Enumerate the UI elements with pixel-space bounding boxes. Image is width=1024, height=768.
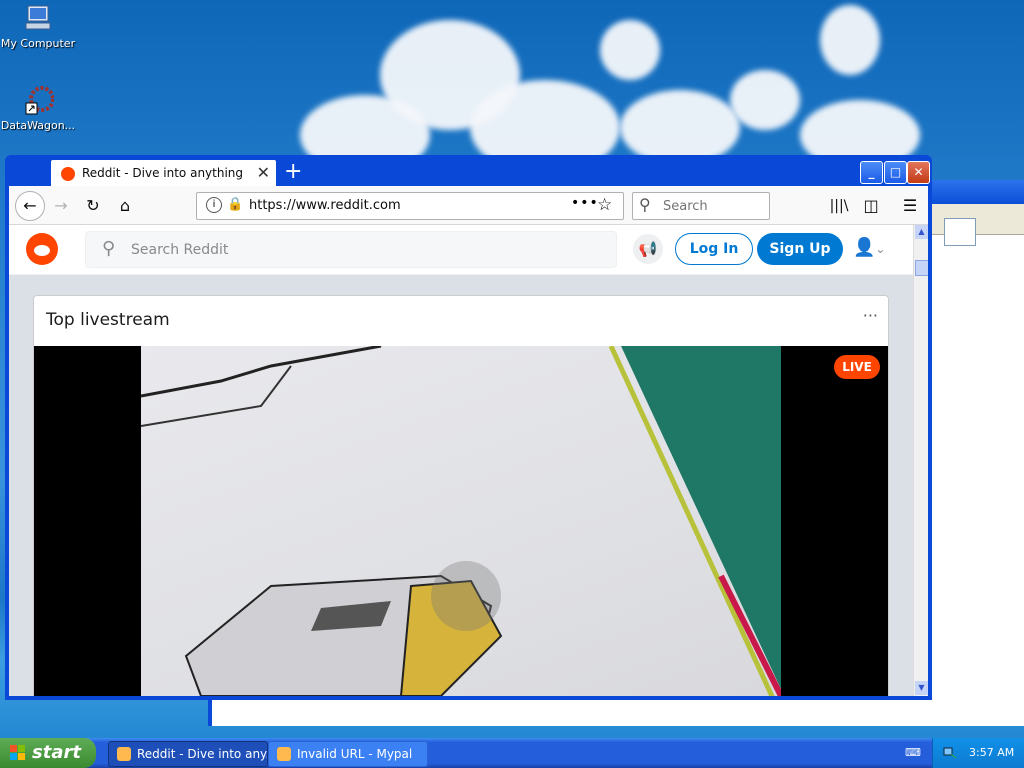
datawagon-icon <box>22 85 55 117</box>
reddit-favicon-icon <box>61 167 75 181</box>
video-frame <box>141 346 781 696</box>
minimize-icon: _ <box>868 165 875 179</box>
hamburger-menu-icon: ☰ <box>902 196 918 215</box>
info-icon[interactable]: i <box>206 197 222 213</box>
home-icon: ⌂ <box>119 196 131 215</box>
sidebar-button[interactable]: ◫ <box>859 194 883 218</box>
live-badge: LIVE <box>834 355 880 379</box>
signup-button[interactable]: Sign Up <box>757 233 843 265</box>
my-computer-icon <box>22 3 54 35</box>
clock: 3:57 AM <box>969 746 1015 759</box>
desktop-icon-my-computer[interactable]: My Computer <box>0 3 76 50</box>
taskbar-task-label: Reddit - Dive into any... <box>137 747 268 761</box>
taskbar-task-reddit[interactable]: Reddit - Dive into any... <box>108 741 268 767</box>
reddit-page: ⚲ Search Reddit 📢 Log In Sign Up 👤⌄ Top … <box>9 225 913 696</box>
login-button[interactable]: Log In <box>675 233 753 265</box>
card-menu-icon[interactable]: ··· <box>863 306 878 325</box>
network-icon[interactable] <box>943 745 957 759</box>
forward-button[interactable]: → <box>49 194 73 218</box>
taskbar: start Reddit - Dive into any... Invalid … <box>0 738 1024 768</box>
bookmark-star-icon[interactable]: ☆ <box>597 195 612 215</box>
browser-content: ← → ↻ ⌂ i 🔒 https://www.reddit.com ••• ☆… <box>9 186 928 696</box>
browser-search-placeholder: Search <box>663 199 708 214</box>
tab-close-icon[interactable]: ✕ <box>257 163 270 182</box>
tab-title: Reddit - Dive into anything <box>82 166 244 180</box>
scroll-up-icon[interactable]: ▲ <box>915 225 928 239</box>
reddit-search-placeholder: Search Reddit <box>131 242 229 258</box>
new-tab-button[interactable]: + <box>284 160 302 184</box>
lock-warning-icon[interactable]: 🔒 <box>227 197 243 212</box>
card-title: Top livestream <box>46 310 170 330</box>
search-icon: ⚲ <box>639 195 651 214</box>
keyboard-icon[interactable]: ⌨ <box>905 746 921 759</box>
desktop-icon-label: My Computer <box>0 37 76 50</box>
maximize-icon: □ <box>889 165 902 179</box>
nav-toolbar: ← → ↻ ⌂ i 🔒 https://www.reddit.com ••• ☆… <box>9 186 928 225</box>
desktop: My Computer DataWagon... Reddit - Dive i… <box>0 0 1024 768</box>
advertise-megaphone-button[interactable]: 📢 <box>633 234 663 264</box>
back-button[interactable]: ← <box>15 191 45 221</box>
taskbar-task-label: Invalid URL - Mypal <box>297 747 413 761</box>
chevron-down-icon: ⌄ <box>875 242 886 256</box>
close-window-button[interactable]: ✕ <box>907 161 930 184</box>
megaphone-icon: 📢 <box>638 240 658 258</box>
desktop-icon-label: DataWagon... <box>0 119 76 132</box>
sketch-drawing <box>141 346 781 696</box>
url-bar[interactable]: i 🔒 https://www.reddit.com ••• ☆ <box>196 192 624 220</box>
arrow-left-icon: ← <box>23 196 37 215</box>
library-button[interactable]: |||\ <box>827 194 851 218</box>
scroll-thumb[interactable] <box>915 260 928 276</box>
browser-window[interactable]: Reddit - Dive into anything ✕ + _ □ ✕ ← … <box>5 155 932 700</box>
reddit-logo-icon[interactable] <box>26 233 58 265</box>
reload-icon: ↻ <box>86 196 100 215</box>
reddit-search-input[interactable]: ⚲ Search Reddit <box>85 231 617 268</box>
reload-button[interactable]: ↻ <box>81 194 105 218</box>
desktop-icon-datawagon[interactable]: DataWagon... <box>0 85 76 132</box>
livestream-video[interactable]: LIVE <box>34 346 888 696</box>
page-actions-icon[interactable]: ••• <box>571 195 599 211</box>
taskbar-task-mypal[interactable]: Invalid URL - Mypal <box>268 741 428 767</box>
arrow-right-icon: → <box>54 196 68 215</box>
scroll-down-icon[interactable]: ▼ <box>915 681 928 695</box>
cloud <box>730 70 800 130</box>
mypal-icon <box>277 747 291 761</box>
search-icon: ⚲ <box>102 238 116 259</box>
user-avatar-icon: 👤 <box>853 237 876 258</box>
sidebar-icon: ◫ <box>863 196 879 215</box>
system-tray: 3:57 AM <box>932 738 1024 768</box>
user-menu-button[interactable]: 👤⌄ <box>853 237 885 258</box>
minimize-button[interactable]: _ <box>860 161 883 184</box>
reddit-header: ⚲ Search Reddit 📢 Log In Sign Up 👤⌄ <box>9 225 913 275</box>
vertical-scrollbar[interactable]: ▲ ▼ <box>913 225 928 696</box>
start-label: start <box>32 742 81 763</box>
background-window-field[interactable] <box>944 218 976 246</box>
livestream-card: Top livestream ··· LIVE <box>33 295 889 696</box>
maximize-button[interactable]: □ <box>884 161 907 184</box>
library-icon: |||\ <box>829 198 849 214</box>
start-button[interactable]: start <box>0 738 96 768</box>
browser-search-field[interactable]: ⚲ Search <box>632 192 770 220</box>
cloud <box>820 5 880 75</box>
close-icon: ✕ <box>913 165 924 179</box>
home-button[interactable]: ⌂ <box>113 194 137 218</box>
mypal-icon <box>117 747 131 761</box>
url-text[interactable]: https://www.reddit.com <box>249 198 401 213</box>
tab-reddit[interactable]: Reddit - Dive into anything ✕ <box>51 160 276 186</box>
cloud <box>600 20 660 80</box>
tab-strip: Reddit - Dive into anything ✕ + _ □ ✕ <box>9 158 930 186</box>
cloud <box>620 90 740 165</box>
windows-flag-icon <box>10 745 25 760</box>
reddit-logo-face <box>34 245 50 256</box>
menu-button[interactable]: ☰ <box>898 194 922 218</box>
